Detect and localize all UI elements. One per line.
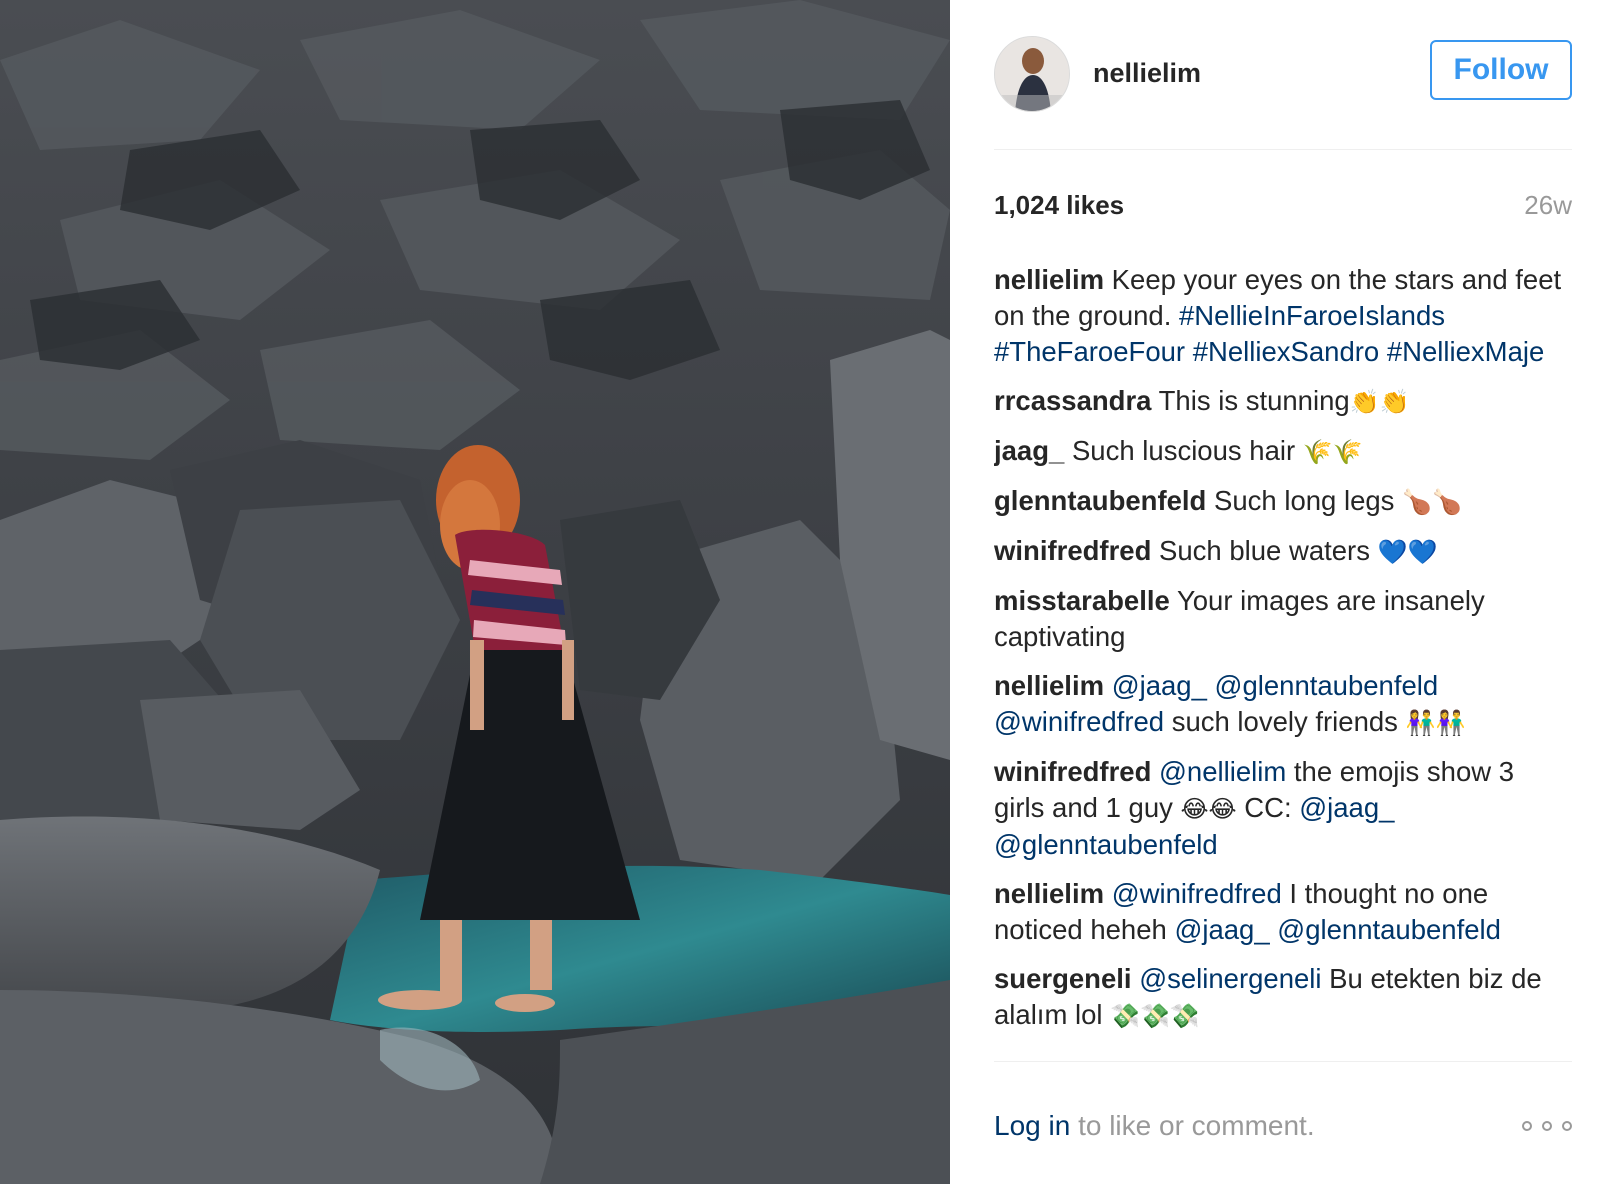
comment-text: Such long legs bbox=[1206, 485, 1403, 516]
mention-link[interactable]: @selinergeneli bbox=[1139, 963, 1321, 994]
mention-link[interactable]: @jaag_ bbox=[1299, 792, 1394, 823]
avatar-image bbox=[995, 37, 1069, 111]
comment-author[interactable]: misstarabelle bbox=[994, 585, 1170, 616]
login-link[interactable]: Log in bbox=[994, 1110, 1070, 1141]
likes-row: 1,024 likes 26w bbox=[994, 190, 1572, 226]
mention-link[interactable]: @glenntaubenfeld bbox=[994, 829, 1218, 860]
emoji: 👫👫 bbox=[1405, 709, 1466, 737]
comment-author[interactable]: winifredfred bbox=[994, 756, 1151, 787]
comment-author[interactable]: suergeneli bbox=[994, 963, 1132, 994]
comment-text bbox=[1379, 336, 1387, 367]
comment: nellielim @jaag_ @glenntaubenfeld @winif… bbox=[994, 668, 1572, 741]
emoji: 💸💸💸 bbox=[1110, 1002, 1200, 1030]
login-prompt: Log in to like or comment. bbox=[994, 1110, 1315, 1142]
mention-link[interactable]: @jaag_ bbox=[1112, 670, 1207, 701]
comment-text bbox=[1185, 336, 1193, 367]
comment: glenntaubenfeld Such long legs 🍗🍗 bbox=[994, 483, 1572, 520]
emoji: 💙💙 bbox=[1377, 538, 1438, 566]
comment-text bbox=[1104, 878, 1112, 909]
comment: nellielim Keep your eyes on the stars an… bbox=[994, 262, 1572, 370]
photo-illustration bbox=[0, 0, 950, 1184]
comment-text bbox=[1207, 670, 1215, 701]
mention-link[interactable]: @jaag_ bbox=[1174, 914, 1269, 945]
post-username[interactable]: nellielim bbox=[1093, 58, 1201, 89]
comment-list[interactable]: nellielim Keep your eyes on the stars an… bbox=[994, 262, 1572, 1060]
emoji: 🌾🌾 bbox=[1302, 438, 1363, 466]
mention-link[interactable]: @nellielim bbox=[1159, 756, 1286, 787]
emoji: 😂😂 bbox=[1180, 795, 1237, 823]
mention-link[interactable]: @winifredfred bbox=[1112, 878, 1282, 909]
comment-text bbox=[1104, 670, 1112, 701]
comment-author[interactable]: rrcassandra bbox=[994, 385, 1151, 416]
mention-link[interactable]: @winifredfred bbox=[994, 706, 1164, 737]
comment-text: such lovely friends bbox=[1164, 706, 1406, 737]
comment: rrcassandra This is stunning👏👏 bbox=[994, 383, 1572, 420]
comment: nellielim @winifredfred I thought no one… bbox=[994, 876, 1572, 948]
emoji: 👏👏 bbox=[1349, 388, 1410, 416]
hashtag-link[interactable]: #TheFaroeFour bbox=[994, 336, 1185, 367]
comment-text bbox=[1151, 756, 1159, 787]
comment-author[interactable]: nellielim bbox=[994, 670, 1104, 701]
three-dots-icon bbox=[1522, 1121, 1532, 1131]
post-photo[interactable] bbox=[0, 0, 950, 1184]
comment-author[interactable]: nellielim bbox=[994, 264, 1104, 295]
comment-author[interactable]: winifredfred bbox=[994, 535, 1151, 566]
hashtag-link[interactable]: #NelliexMaje bbox=[1387, 336, 1544, 367]
login-prompt-text: to like or comment. bbox=[1070, 1110, 1315, 1141]
comment: winifredfred @nellielim the emojis show … bbox=[994, 754, 1572, 863]
post-age[interactable]: 26w bbox=[1524, 190, 1572, 221]
post-footer: Log in to like or comment. bbox=[994, 1104, 1572, 1148]
comment-text: Such blue waters bbox=[1151, 535, 1378, 566]
comment-text: CC: bbox=[1236, 792, 1300, 823]
divider bbox=[994, 149, 1572, 150]
post-side-panel: nellielim Follow 1,024 likes 26w nelliel… bbox=[950, 0, 1616, 1184]
hashtag-link[interactable]: #NelliexSandro bbox=[1193, 336, 1380, 367]
mention-link[interactable]: @glenntaubenfeld bbox=[1277, 914, 1501, 945]
mention-link[interactable]: @glenntaubenfeld bbox=[1215, 670, 1439, 701]
comment-author[interactable]: jaag_ bbox=[994, 435, 1064, 466]
comment-text: Such luscious hair bbox=[1064, 435, 1303, 466]
post-header: nellielim Follow bbox=[994, 34, 1572, 114]
more-options-button[interactable] bbox=[1522, 1118, 1572, 1134]
hashtag-link[interactable]: #NellieInFaroeIslands bbox=[1179, 300, 1445, 331]
divider bbox=[994, 1061, 1572, 1062]
comment-author[interactable]: glenntaubenfeld bbox=[994, 485, 1206, 516]
three-dots-icon bbox=[1542, 1121, 1552, 1131]
emoji: 🍗🍗 bbox=[1402, 488, 1462, 516]
comment-text: This is stunning bbox=[1151, 385, 1350, 416]
comment: misstarabelle Your images are insanely c… bbox=[994, 583, 1572, 655]
comment: winifredfred Such blue waters 💙💙 bbox=[994, 533, 1572, 570]
comment: jaag_ Such luscious hair 🌾🌾 bbox=[994, 433, 1572, 470]
follow-button[interactable]: Follow bbox=[1430, 40, 1572, 100]
three-dots-icon bbox=[1562, 1121, 1572, 1131]
comment: suergeneli @selinergeneli Bu etekten biz… bbox=[994, 961, 1572, 1034]
avatar[interactable] bbox=[994, 36, 1070, 112]
comment-author[interactable]: nellielim bbox=[994, 878, 1104, 909]
likes-count[interactable]: 1,024 likes bbox=[994, 190, 1124, 221]
